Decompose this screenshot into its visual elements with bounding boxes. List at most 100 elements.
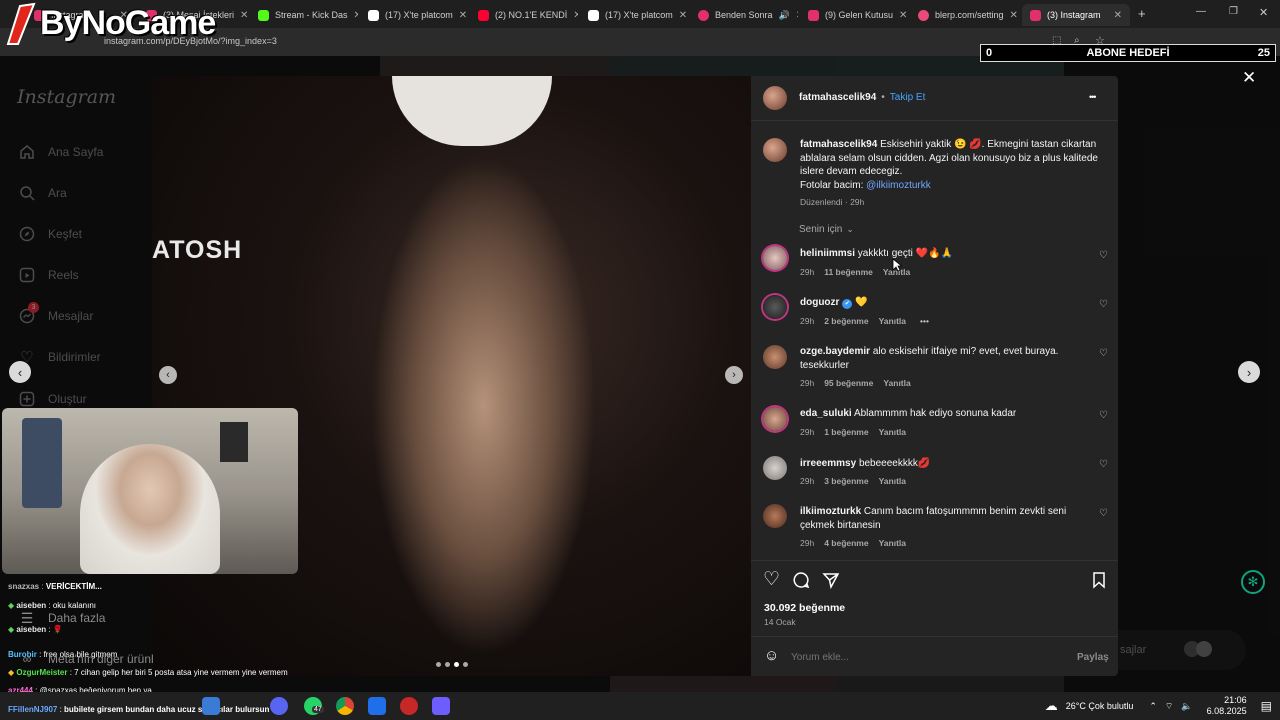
- comment-username[interactable]: eda_suluki: [800, 408, 852, 419]
- previous-post-button[interactable]: ‹: [9, 361, 31, 383]
- comment-meta: 29h 95 beğenme Yanıtla: [800, 378, 911, 388]
- commenter-avatar[interactable]: [763, 345, 787, 369]
- likes-count[interactable]: 30.092 beğenme: [764, 602, 845, 614]
- browser-tab[interactable]: Stream - Kick Das ✕: [250, 4, 358, 26]
- browser-tab[interactable]: blerp.com/setting ✕: [910, 4, 1020, 26]
- author-username[interactable]: fatmahascelik94: [799, 92, 876, 103]
- clock[interactable]: 21:06 6.08.2025: [1207, 695, 1247, 717]
- emoji-picker-icon[interactable]: ☺: [764, 647, 779, 664]
- comment-username[interactable]: irreeemmsy: [800, 458, 856, 469]
- close-tab-icon[interactable]: ✕: [796, 10, 798, 21]
- comment-likes[interactable]: 4 beğenme: [824, 538, 868, 548]
- taskbar-app-icon[interactable]: [432, 697, 450, 715]
- browser-tab[interactable]: Benden Sonra 🔊 ✕: [690, 4, 798, 26]
- wifi-icon[interactable]: ⌔: [1165, 701, 1173, 712]
- photo-next-button[interactable]: ›: [725, 366, 743, 384]
- like-post-heart-icon[interactable]: ♡: [763, 568, 780, 591]
- tab-label: (17) X'te platcom: [605, 10, 673, 20]
- logo-text: ByNoGame: [40, 4, 216, 42]
- taskbar-app-icon[interactable]: [368, 697, 386, 715]
- comment-text: doguozr ✔ 💛: [800, 296, 1090, 310]
- comment-text: ilkiimozturkk Canım bacım fatoşummmm ben…: [800, 505, 1090, 532]
- volume-icon[interactable]: 🔈: [1181, 701, 1192, 712]
- post-comment-button[interactable]: Paylaş: [1077, 652, 1109, 663]
- photo-prev-button[interactable]: ‹: [159, 366, 177, 384]
- minimize-icon[interactable]: —: [1196, 6, 1206, 17]
- new-tab-button[interactable]: +: [1138, 6, 1146, 21]
- comment-likes[interactable]: 3 beğenme: [824, 476, 868, 486]
- comment-likes[interactable]: 1 beğenme: [824, 427, 868, 437]
- reply-button[interactable]: Yanıtla: [879, 316, 906, 326]
- comment-time: 29h: [800, 378, 815, 388]
- mouse-cursor-icon: [892, 258, 903, 277]
- more-options-icon[interactable]: •••: [1089, 92, 1097, 102]
- weather-cloud-icon[interactable]: ☁: [1045, 698, 1058, 714]
- comment-input[interactable]: [791, 648, 1051, 666]
- comment-username[interactable]: ozge.baydemir: [800, 346, 870, 357]
- close-tab-icon[interactable]: ✕: [899, 10, 907, 21]
- nav-more[interactable]: ☰ Daha fazla: [18, 607, 106, 629]
- next-post-button[interactable]: ›: [1238, 361, 1260, 383]
- share-send-icon[interactable]: [822, 571, 840, 594]
- browser-tab[interactable]: (2) NO.1'E KENDİ ✕: [470, 4, 578, 26]
- taskbar-app-icon[interactable]: [400, 697, 418, 715]
- notifications-icon[interactable]: ▤: [1261, 699, 1272, 713]
- close-tab-icon[interactable]: ✕: [1010, 10, 1018, 21]
- browser-tab[interactable]: (17) X'te platcom ✕: [360, 4, 468, 26]
- verified-badge-icon: ✔: [842, 299, 853, 309]
- commenter-avatar[interactable]: [763, 407, 787, 431]
- comment-username[interactable]: doguozr: [800, 297, 839, 308]
- like-comment-heart-icon[interactable]: ♡: [1099, 348, 1108, 359]
- weather-text[interactable]: 26°C Çok bulutlu: [1066, 701, 1134, 711]
- like-comment-heart-icon[interactable]: ♡: [1099, 410, 1108, 421]
- comment-bubble-icon[interactable]: [792, 571, 810, 594]
- browser-tab[interactable]: (9) Gelen Kutusu ✕: [800, 4, 908, 26]
- chrome-icon[interactable]: [336, 697, 354, 715]
- comment-likes[interactable]: 95 beğenme: [824, 378, 873, 388]
- comment-likes[interactable]: 11 beğenme: [824, 267, 873, 277]
- clock-time: 21:06: [1224, 695, 1247, 705]
- menu-icon: ☰: [20, 609, 34, 626]
- comment-more-icon[interactable]: •••: [920, 316, 929, 326]
- close-tab-icon[interactable]: ✕: [240, 10, 248, 21]
- reply-button[interactable]: Yanıtla: [879, 538, 906, 548]
- restore-icon[interactable]: ❐: [1229, 6, 1238, 17]
- speaker-icon[interactable]: 🔊: [779, 10, 790, 21]
- author-avatar[interactable]: [763, 138, 787, 162]
- commenter-avatar[interactable]: [763, 246, 787, 270]
- follow-button[interactable]: Takip Et: [890, 92, 926, 103]
- chevron-up-icon[interactable]: ⌃: [1149, 701, 1157, 712]
- browser-tab[interactable]: (17) X'te platcom ✕: [580, 4, 688, 26]
- commenter-avatar[interactable]: [763, 504, 787, 528]
- comment-username[interactable]: heliniimmsi: [800, 248, 855, 259]
- like-comment-heart-icon[interactable]: ♡: [1099, 508, 1108, 519]
- like-comment-heart-icon[interactable]: ♡: [1099, 299, 1108, 310]
- close-tab-icon[interactable]: ✕: [354, 10, 358, 21]
- close-tab-icon[interactable]: ✕: [459, 10, 467, 21]
- author-avatar[interactable]: [763, 86, 787, 110]
- comment-likes[interactable]: 2 beğenme: [824, 316, 868, 326]
- commenter-avatar[interactable]: [763, 295, 787, 319]
- save-bookmark-icon[interactable]: [1091, 571, 1107, 594]
- taskbar-app-icon[interactable]: [270, 697, 288, 715]
- comment-sort-dropdown[interactable]: Senin için ⌄: [799, 224, 854, 235]
- taskbar-app-icon[interactable]: [202, 697, 220, 715]
- nav-meta[interactable]: ∞ Meta'nın diğer ürünl: [18, 648, 154, 670]
- like-comment-heart-icon[interactable]: ♡: [1099, 459, 1108, 470]
- reply-button[interactable]: Yanıtla: [883, 378, 910, 388]
- close-modal-button[interactable]: ✕: [1242, 68, 1256, 88]
- caption-username[interactable]: fatmahascelik94: [800, 139, 877, 150]
- browser-tab-active[interactable]: (3) Instagram ✕: [1022, 4, 1130, 26]
- reply-button[interactable]: Yanıtla: [879, 476, 906, 486]
- webcam-background-shelf: [22, 418, 62, 508]
- assistant-icon[interactable]: ✻: [1241, 570, 1265, 594]
- reply-button[interactable]: Yanıtla: [879, 427, 906, 437]
- commenter-avatar[interactable]: [763, 456, 787, 480]
- close-window-icon[interactable]: ✕: [1259, 6, 1268, 19]
- comment-username[interactable]: ilkiimozturkk: [800, 506, 861, 517]
- like-comment-heart-icon[interactable]: ♡: [1099, 250, 1108, 261]
- close-tab-icon[interactable]: ✕: [1114, 10, 1122, 21]
- caption-mention-link[interactable]: @ilkiimozturkk: [866, 180, 931, 191]
- close-tab-icon[interactable]: ✕: [573, 10, 578, 21]
- close-tab-icon[interactable]: ✕: [679, 10, 687, 21]
